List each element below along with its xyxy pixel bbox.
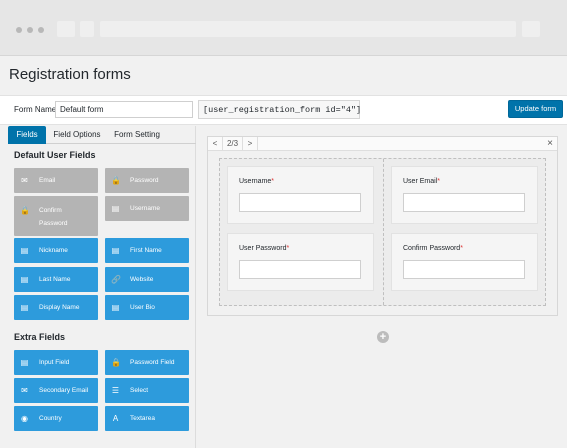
field-label: Password bbox=[130, 177, 159, 184]
field-select[interactable]: ☰ Select bbox=[105, 378, 189, 403]
lock-icon: 🔒 bbox=[111, 176, 121, 185]
id-card-icon: ▤ bbox=[20, 246, 29, 255]
id-card-icon: ▤ bbox=[111, 303, 120, 312]
required-marker: * bbox=[460, 245, 463, 252]
field-label: User Bio bbox=[130, 304, 155, 311]
close-icon[interactable]: × bbox=[547, 137, 553, 151]
id-card-icon: ▤ bbox=[111, 204, 120, 213]
field-label: Display Name bbox=[39, 304, 80, 311]
field-label: User Password* bbox=[239, 245, 290, 252]
form-field-user-email[interactable]: User Email* bbox=[391, 166, 538, 224]
shortcode-field[interactable]: [user_registration_form id="4"] bbox=[198, 100, 361, 119]
page: Registration forms Form Name [user_regis… bbox=[0, 56, 567, 448]
form-row: Username* User Email* User Password* Con… bbox=[219, 158, 546, 306]
field-username[interactable]: ▤ Username bbox=[105, 196, 189, 221]
field-label: Password Field bbox=[130, 359, 175, 366]
id-card-icon: ▤ bbox=[111, 246, 120, 255]
field-display-name[interactable]: ▤ Display Name bbox=[14, 295, 98, 320]
confirm-password-input[interactable] bbox=[403, 260, 525, 279]
next-page-icon[interactable]: > bbox=[243, 137, 258, 151]
window-dot bbox=[38, 27, 44, 33]
default-fields-title: Default User Fields bbox=[14, 150, 96, 160]
required-marker: * bbox=[437, 178, 440, 185]
form-field-user-password[interactable]: User Password* bbox=[227, 233, 374, 291]
field-label: Last Name bbox=[39, 276, 71, 283]
field-label: Secondary Email bbox=[39, 387, 89, 394]
browser-tab[interactable] bbox=[80, 21, 94, 37]
form-name-label: Form Name bbox=[14, 105, 57, 114]
field-secondary-email[interactable]: ✉ Secondary Email bbox=[14, 378, 98, 403]
field-label: Nickname bbox=[39, 247, 68, 254]
fields-panel: Fields Field Options Form Setting Defaul… bbox=[8, 126, 196, 448]
tab-form-setting[interactable]: Form Setting bbox=[108, 126, 166, 144]
page-indicator: 2/3 bbox=[223, 137, 243, 151]
username-input[interactable] bbox=[239, 193, 361, 212]
window-dot bbox=[27, 27, 33, 33]
field-label: Username bbox=[130, 205, 160, 212]
field-website[interactable]: 🔗 Website bbox=[105, 267, 189, 292]
address-bar[interactable] bbox=[100, 21, 516, 37]
user-password-input[interactable] bbox=[239, 260, 361, 279]
lock-icon: 🔒 bbox=[111, 358, 121, 367]
prev-page-icon[interactable]: < bbox=[208, 137, 223, 151]
field-password[interactable]: 🔒 Password bbox=[105, 168, 189, 193]
form-field-username[interactable]: Username* bbox=[227, 166, 374, 224]
email-icon: ✉ bbox=[21, 176, 28, 185]
browser-tab[interactable] bbox=[57, 21, 75, 37]
field-label: Select bbox=[130, 387, 149, 394]
field-label: First Name bbox=[130, 247, 162, 254]
field-confirm-password[interactable]: 🔒 Confirm Password bbox=[14, 196, 98, 236]
update-form-button[interactable]: Update form bbox=[508, 100, 563, 118]
user-email-input[interactable] bbox=[403, 193, 525, 212]
form-builder: < 2/3 > × Username* User Email* User Pas… bbox=[207, 136, 558, 316]
field-label: Username* bbox=[239, 178, 275, 185]
field-nickname[interactable]: ▤ Nickname bbox=[14, 238, 98, 263]
field-label: User Email* bbox=[403, 178, 440, 185]
id-card-icon: ▤ bbox=[20, 303, 29, 312]
field-label: Confirm Password bbox=[39, 207, 68, 227]
field-textarea[interactable]: A Textarea bbox=[105, 406, 189, 431]
id-card-icon: ▤ bbox=[20, 358, 29, 367]
browser-chrome bbox=[0, 0, 567, 56]
panel-tabs: Fields Field Options Form Setting bbox=[8, 126, 196, 144]
form-field-confirm-password[interactable]: Confirm Password* bbox=[391, 233, 538, 291]
window-dot bbox=[16, 27, 22, 33]
add-row-icon[interactable]: + bbox=[377, 331, 389, 343]
id-card-icon: ▤ bbox=[20, 275, 29, 284]
field-label: Website bbox=[130, 276, 154, 283]
column-divider bbox=[383, 159, 384, 305]
extra-fields-title: Extra Fields bbox=[14, 332, 66, 342]
globe-icon: ◉ bbox=[21, 414, 28, 423]
page-title: Registration forms bbox=[9, 66, 131, 83]
field-first-name[interactable]: ▤ First Name bbox=[105, 238, 189, 263]
required-marker: * bbox=[271, 178, 275, 185]
field-last-name[interactable]: ▤ Last Name bbox=[14, 267, 98, 292]
field-email[interactable]: ✉ Email bbox=[14, 168, 98, 193]
link-icon: 🔗 bbox=[111, 275, 121, 284]
builder-header: < 2/3 > × bbox=[208, 137, 557, 151]
browser-menu[interactable] bbox=[522, 21, 540, 37]
field-password-field[interactable]: 🔒 Password Field bbox=[105, 350, 189, 375]
field-label: Country bbox=[39, 415, 62, 422]
field-input[interactable]: ▤ Input Field bbox=[14, 350, 98, 375]
text-icon: A bbox=[112, 414, 119, 423]
field-label: Input Field bbox=[39, 359, 70, 366]
required-marker: * bbox=[286, 245, 290, 252]
form-topbar: Form Name [user_registration_form id="4"… bbox=[0, 95, 567, 125]
field-user-bio[interactable]: ▤ User Bio bbox=[105, 295, 189, 320]
list-icon: ☰ bbox=[111, 386, 120, 395]
tab-field-options[interactable]: Field Options bbox=[48, 126, 106, 144]
field-country[interactable]: ◉ Country bbox=[14, 406, 98, 431]
field-label: Textarea bbox=[130, 415, 155, 422]
field-label: Confirm Password* bbox=[403, 245, 463, 252]
tab-fields[interactable]: Fields bbox=[8, 126, 46, 144]
lock-icon: 🔒 bbox=[20, 206, 30, 215]
field-label: Email bbox=[39, 177, 56, 184]
form-name-input[interactable] bbox=[55, 101, 193, 118]
email-icon: ✉ bbox=[21, 386, 28, 395]
